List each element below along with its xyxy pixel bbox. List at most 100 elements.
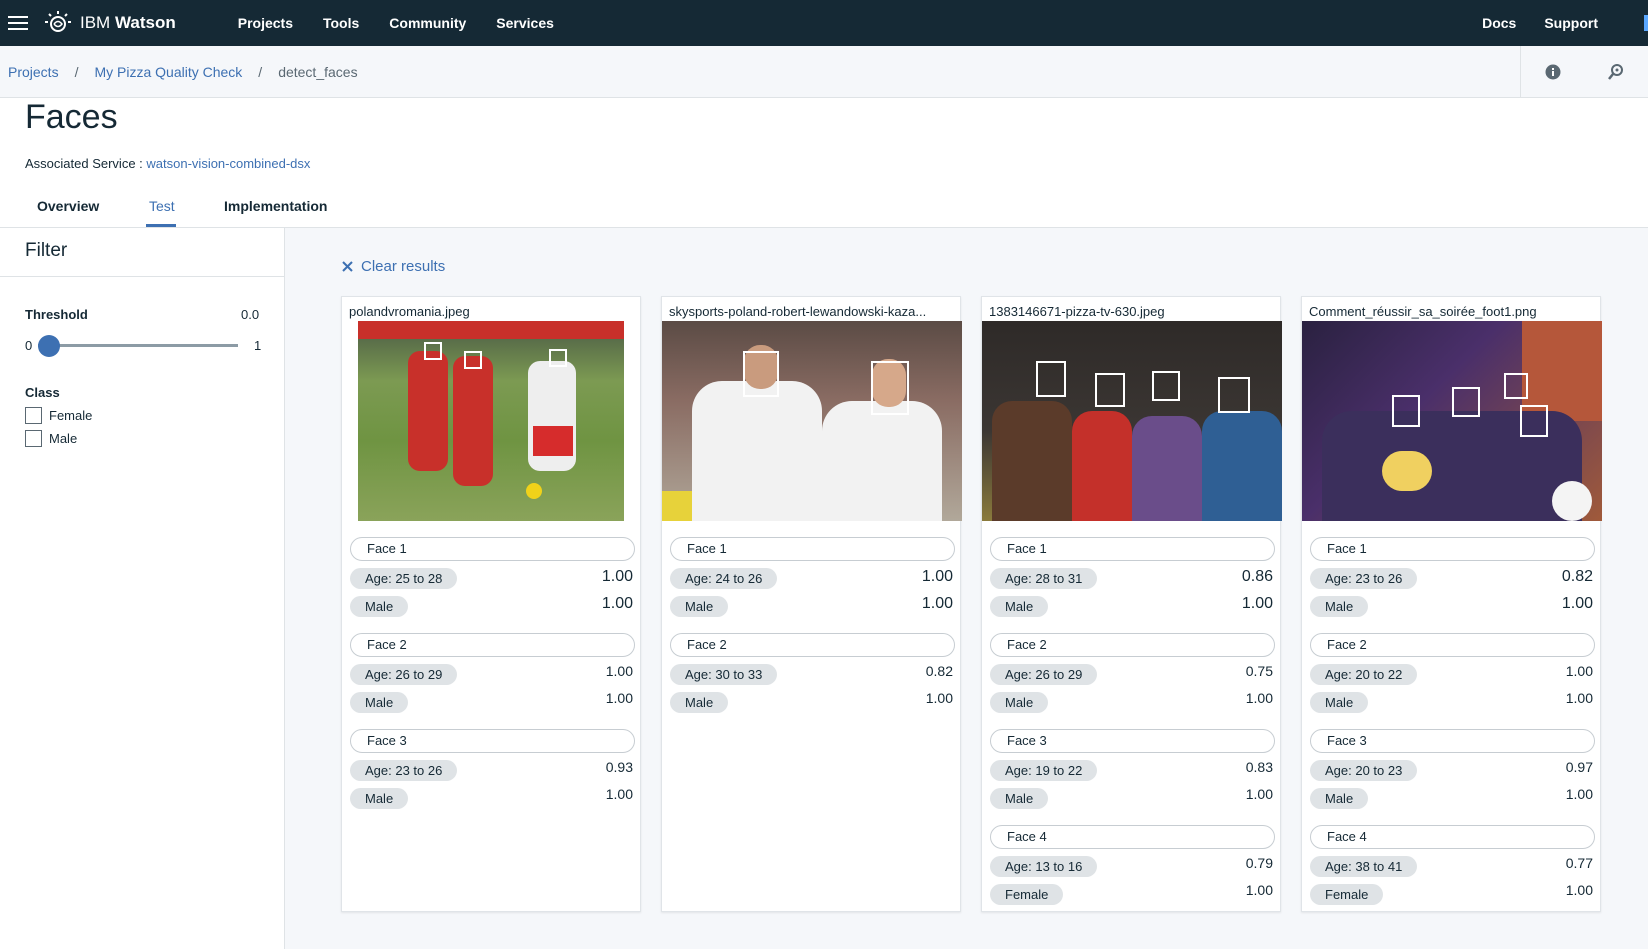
face-label: Face 2	[990, 633, 1275, 657]
face-box	[464, 351, 482, 369]
breadcrumb: Projects / My Pizza Quality Check / dete…	[0, 46, 1648, 98]
card-filename: polandvromania.jpeg	[349, 304, 470, 319]
age-pill: Age: 30 to 33	[670, 664, 778, 685]
nav-projects[interactable]: Projects	[238, 15, 293, 31]
age-pill: Age: 20 to 22	[1310, 664, 1418, 685]
page-title: Faces	[25, 98, 118, 136]
breadcrumb-separator: /	[74, 63, 79, 80]
age-pill: Age: 38 to 41	[1310, 856, 1418, 877]
age-pill: Age: 13 to 16	[990, 856, 1098, 877]
result-image[interactable]	[662, 321, 962, 521]
card-filename: 1383146671-pizza-tv-630.jpeg	[989, 304, 1165, 319]
gender-pill: Male	[1310, 692, 1369, 713]
face-label: Face 1	[350, 537, 635, 561]
filter-panel: Filter Threshold 0.0 0 1 Class Female Ma…	[0, 228, 285, 949]
tab-active-indicator	[146, 224, 176, 227]
age-score: 0.79	[1245, 855, 1273, 871]
female-checkbox-label: Female	[49, 408, 93, 423]
slider-max-label: 1	[254, 338, 262, 353]
class-option-female[interactable]: Female	[25, 407, 92, 424]
card-filename: skysports-poland-robert-lewandowski-kaza…	[669, 304, 927, 319]
face-label: Face 2	[1310, 633, 1595, 657]
face-label: Face 3	[350, 729, 635, 753]
face-box	[1095, 373, 1125, 407]
face-box	[1218, 377, 1250, 413]
associated-service: Associated Service : watson-vision-combi…	[25, 156, 310, 171]
gender-score: 1.00	[1245, 690, 1273, 706]
watson-logo-icon	[45, 11, 71, 32]
gender-pill: Male	[990, 788, 1049, 809]
breadcrumb-project[interactable]: My Pizza Quality Check	[94, 64, 242, 80]
gender-score: 1.00	[1565, 690, 1593, 706]
age-score: 0.82	[1561, 568, 1593, 585]
gender-score: 1.00	[605, 786, 633, 802]
age-score: 0.83	[1245, 759, 1273, 775]
nav-tools[interactable]: Tools	[323, 15, 359, 31]
tab-overview[interactable]: Overview	[37, 198, 99, 214]
gender-pill: Male	[990, 692, 1049, 713]
face-box	[743, 351, 779, 397]
gender-score: 1.00	[925, 690, 953, 706]
associated-service-label: Associated Service :	[25, 156, 143, 171]
age-score: 0.86	[1241, 568, 1273, 585]
nav-services[interactable]: Services	[496, 15, 554, 31]
face-label: Face 3	[1310, 729, 1595, 753]
age-pill: Age: 28 to 31	[990, 568, 1098, 589]
age-score: 0.93	[605, 759, 633, 775]
tab-bar: Overview Test Implementation	[0, 190, 1648, 228]
result-image[interactable]	[358, 321, 624, 521]
results-area: Clear results polandvromania.jpeg Face 1…	[285, 228, 1648, 949]
age-pill: Age: 25 to 28	[350, 568, 458, 589]
class-label: Class	[25, 385, 60, 400]
age-pill: Age: 23 to 26	[350, 760, 458, 781]
threshold-slider-track[interactable]	[38, 344, 238, 347]
ibm-watson-logo[interactable]: IBM Watson	[44, 9, 176, 37]
male-checkbox[interactable]	[25, 430, 42, 447]
clear-results-button[interactable]: Clear results	[342, 258, 445, 275]
breadcrumb-projects[interactable]: Projects	[8, 64, 59, 80]
threshold-value: 0.0	[241, 307, 260, 322]
age-pill: Age: 26 to 29	[990, 664, 1098, 685]
brand-ibm: IBM	[80, 13, 111, 32]
nav-support[interactable]: Support	[1544, 15, 1598, 31]
tool-button[interactable]	[1584, 46, 1648, 98]
gender-pill: Male	[1310, 596, 1369, 617]
age-pill: Age: 26 to 29	[350, 664, 458, 685]
tab-test[interactable]: Test	[149, 198, 175, 214]
profile-edge-indicator[interactable]	[1644, 15, 1648, 31]
class-option-male[interactable]: Male	[25, 430, 77, 447]
gender-pill: Male	[670, 596, 729, 617]
gender-score: 1.00	[601, 595, 633, 612]
face-box	[549, 349, 567, 367]
face-box	[1392, 395, 1420, 427]
hamburger-menu-icon[interactable]	[8, 12, 28, 34]
face-box	[871, 361, 909, 415]
result-image[interactable]	[982, 321, 1282, 521]
gender-score: 1.00	[921, 595, 953, 612]
result-image[interactable]	[1302, 321, 1602, 521]
search-tool-icon	[1608, 64, 1623, 80]
age-pill: Age: 24 to 26	[670, 568, 778, 589]
gender-score: 1.00	[1565, 882, 1593, 898]
tab-implementation[interactable]: Implementation	[224, 198, 327, 214]
age-score: 1.00	[1565, 663, 1593, 679]
age-pill: Age: 20 to 23	[1310, 760, 1418, 781]
nav-community[interactable]: Community	[389, 15, 466, 31]
info-icon	[1545, 64, 1560, 80]
face-box	[1520, 405, 1548, 437]
age-score: 0.77	[1565, 855, 1593, 871]
age-score: 0.75	[1245, 663, 1273, 679]
age-pill: Age: 23 to 26	[1310, 568, 1418, 589]
female-checkbox[interactable]	[25, 407, 42, 424]
age-pill: Age: 19 to 22	[990, 760, 1098, 781]
face-box	[1504, 373, 1528, 399]
info-button[interactable]	[1520, 46, 1584, 98]
gender-score: 1.00	[1245, 786, 1273, 802]
male-checkbox-label: Male	[49, 431, 78, 446]
close-icon	[342, 261, 353, 272]
threshold-slider-handle[interactable]	[38, 335, 60, 357]
nav-docs[interactable]: Docs	[1482, 15, 1516, 31]
gender-pill: Male	[350, 596, 409, 617]
associated-service-link[interactable]: watson-vision-combined-dsx	[146, 156, 310, 171]
divider	[0, 276, 284, 277]
